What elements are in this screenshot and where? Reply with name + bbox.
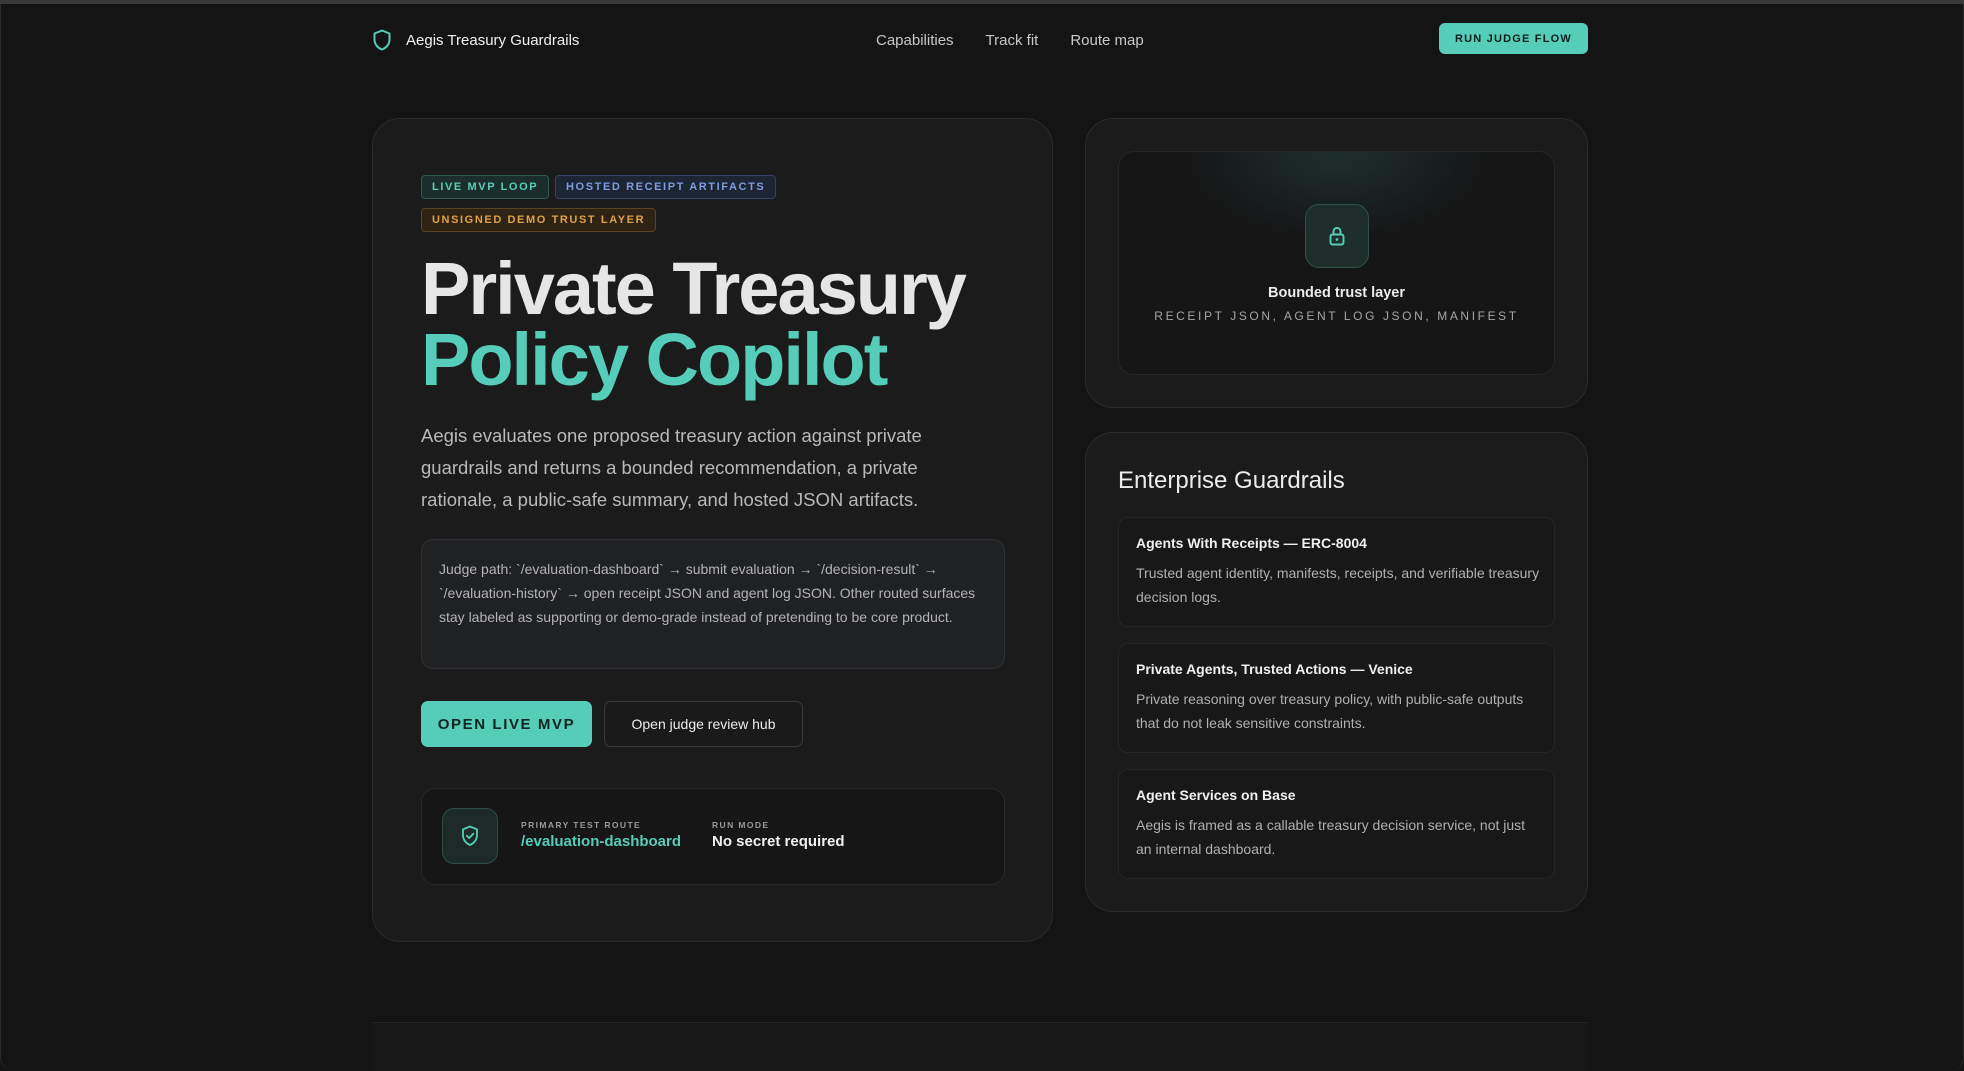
open-judge-review-hub-button[interactable]: Open judge review hub	[604, 701, 803, 747]
hero-description: Aegis evaluates one proposed treasury ac…	[421, 425, 922, 510]
guardrail-item-title: Private Agents, Trusted Actions — Venice	[1136, 661, 1413, 677]
run-mode-label: RUN MODE	[712, 820, 770, 830]
guardrail-item-desc: Aegis is framed as a callable treasury d…	[1136, 817, 1526, 857]
enterprise-guardrails-card: Enterprise Guardrails Agents With Receip…	[1085, 432, 1588, 912]
hero-title-line2: Policy Copilot	[421, 318, 888, 401]
guardrail-item-title: Agent Services on Base	[1136, 787, 1296, 803]
guardrail-item-desc: Trusted agent identity, manifests, recei…	[1136, 565, 1540, 605]
brand[interactable]: Aegis Treasury Guardrails	[372, 29, 579, 51]
trust-subtitle: RECEIPT JSON, AGENT LOG JSON, MANIFEST	[1154, 309, 1519, 323]
hero-title-line1: Private Treasury	[421, 247, 967, 330]
judge-path-box: Judge path: `/evaluation-dashboard` → su…	[421, 539, 1005, 669]
hero-title: Private Treasury Policy Copilot	[421, 247, 967, 401]
nav-link-route-map[interactable]: Route map	[1070, 32, 1143, 49]
hero-card: LIVE MVP LOOP HOSTED RECEIPT ARTIFACTS U…	[372, 118, 1053, 942]
top-nav: Aegis Treasury Guardrails Capabilities T…	[372, 4, 1588, 76]
run-judge-flow-button[interactable]: RUN JUDGE FLOW	[1438, 23, 1588, 54]
run-mode-value: No secret required	[712, 833, 845, 850]
route-info-box: PRIMARY TEST ROUTE /evaluation-dashboard…	[421, 788, 1005, 885]
primary-route-value[interactable]: /evaluation-dashboard	[521, 833, 681, 850]
guardrail-item: Private Agents, Trusted Actions — Venice…	[1118, 643, 1555, 753]
primary-route-label: PRIMARY TEST ROUTE	[521, 820, 642, 830]
shield-icon	[372, 29, 392, 51]
pill-live-mvp-loop: LIVE MVP LOOP	[421, 175, 550, 199]
trust-layer-panel: Bounded trust layer RECEIPT JSON, AGENT …	[1118, 151, 1555, 375]
pill-hosted-receipt-artifacts: HOSTED RECEIPT ARTIFACTS	[555, 175, 777, 199]
pill-unsigned-demo-trust-layer: UNSIGNED DEMO TRUST LAYER	[421, 208, 657, 232]
brand-name: Aegis Treasury Guardrails	[406, 31, 580, 49]
nav-link-capabilities[interactable]: Capabilities	[876, 32, 954, 49]
guardrail-item-title: Agents With Receipts — ERC-8004	[1136, 535, 1367, 551]
nav-link-track-fit[interactable]: Track fit	[986, 32, 1039, 49]
shield-check-icon	[442, 808, 498, 864]
next-section-edge	[372, 1022, 1588, 1071]
guardrail-item-desc: Private reasoning over treasury policy, …	[1136, 691, 1524, 731]
open-live-mvp-button[interactable]: OPEN LIVE MVP	[421, 701, 592, 747]
guardrails-title: Enterprise Guardrails	[1118, 467, 1345, 494]
trust-title: Bounded trust layer	[1268, 285, 1405, 301]
trust-layer-card: Bounded trust layer RECEIPT JSON, AGENT …	[1085, 118, 1588, 408]
guardrail-item: Agents With Receipts — ERC-8004 Trusted …	[1118, 517, 1555, 627]
guardrail-item: Agent Services on Base Aegis is framed a…	[1118, 769, 1555, 879]
nav-links: Capabilities Track fit Route map	[876, 4, 1144, 76]
lock-icon	[1305, 204, 1369, 268]
